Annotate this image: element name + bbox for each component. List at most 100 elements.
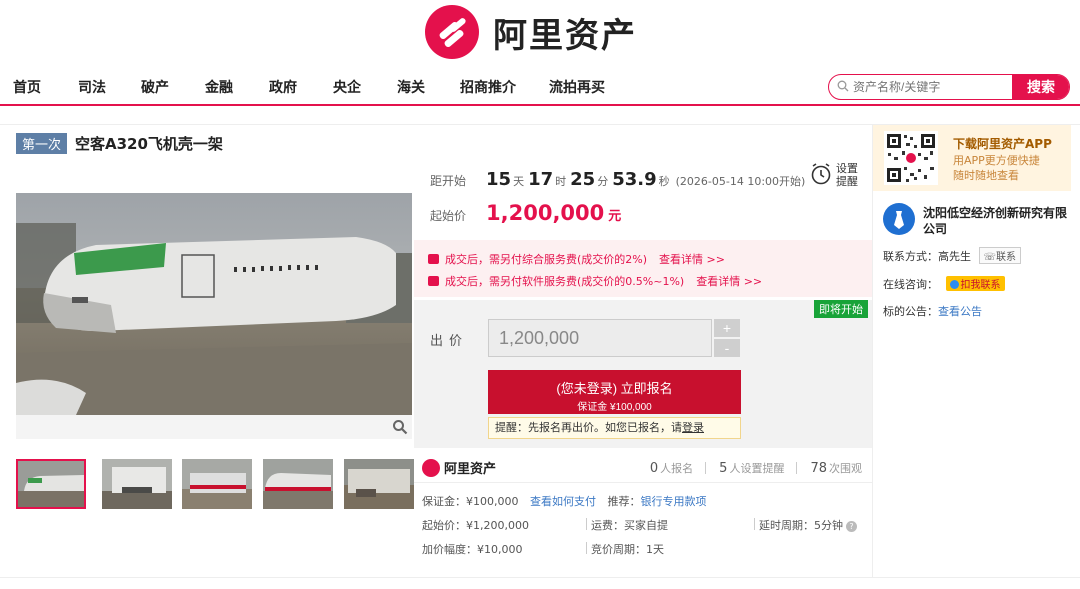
- login-link[interactable]: 登录: [682, 421, 704, 434]
- main-image[interactable]: [16, 193, 412, 415]
- fee-notice-software: 成交后，需另付软件服务费(成交价的0.5%~1%) 查看详情 >>: [428, 273, 762, 289]
- logo-text: 阿里资产: [493, 15, 637, 56]
- chat-icon: [949, 280, 959, 289]
- thumbnail-4[interactable]: [263, 459, 333, 509]
- round-badge: 第一次: [16, 132, 68, 154]
- gift-icon: [428, 276, 439, 286]
- signup-button[interactable]: (您未登录) 立即报名 保证金 ¥100,000: [488, 370, 741, 414]
- fee-text: 成交后，需另付综合服务费(成交价的2%): [445, 253, 648, 266]
- recommend-label: 推荐：: [607, 495, 641, 508]
- delay-text: 延时周期：5分钟: [759, 519, 843, 532]
- divider: [0, 577, 1080, 578]
- alizichan-logo-icon: [425, 5, 479, 59]
- nav-item-customs[interactable]: 海关: [397, 77, 425, 97]
- alizichan-logo-icon: [422, 458, 440, 477]
- start-price-label: 起始价: [430, 209, 467, 223]
- countdown-label: 距开始: [430, 174, 467, 188]
- detail-increment: 加价幅度：¥10,000: [422, 543, 523, 556]
- thumbnail-2[interactable]: [102, 459, 172, 509]
- signup-count-label: 人报名: [660, 462, 694, 475]
- seller-sidebar: 下载阿里资产APP 用APP更方便快捷 随时随地查看 沈阳低空经济创新研究有限公…: [872, 125, 1071, 577]
- countdown-hours-unit: 时: [555, 175, 567, 188]
- nav-item-home[interactable]: 首页: [13, 77, 41, 97]
- notice-row: 标的公告：查看公告: [883, 303, 982, 319]
- qr-code-icon: [884, 131, 938, 185]
- app-line1: 用APP更方便快捷: [953, 154, 1040, 167]
- contact-button[interactable]: ☏联系: [978, 247, 1022, 264]
- item-title: 空客A320飞机壳一架: [75, 134, 223, 153]
- view-count-label: 次围观: [829, 462, 862, 475]
- search-input[interactable]: [853, 77, 1013, 97]
- fee-notices: 成交后，需另付综合服务费(成交价的2%) 查看详情 >> 成交后，需另付软件服务费…: [414, 240, 872, 297]
- nav-item-judicial[interactable]: 司法: [78, 77, 106, 97]
- app-line2: 随时随地查看: [953, 169, 1019, 182]
- site-logo[interactable]: 阿里资产: [425, 4, 637, 60]
- countdown-seconds: 53.9: [612, 169, 657, 190]
- online-chat-button[interactable]: 扣我联系: [945, 276, 1005, 291]
- deposit-row: 保证金：¥100,000 查看如何支付 推荐：银行专用款项: [422, 493, 707, 509]
- contact-row: 联系方式：高先生 ☏联系: [883, 247, 1022, 264]
- zoom-icon[interactable]: [392, 419, 408, 435]
- set-reminder-button[interactable]: 设置 提醒: [810, 162, 864, 192]
- fee-details-link[interactable]: 查看详情 >>: [659, 253, 725, 266]
- bid-panel: 即将开始 出价 + - (您未登录) 立即报名 保证金 ¥100,000 提醒：…: [414, 300, 872, 448]
- bid-increase-button[interactable]: +: [714, 319, 740, 337]
- alarm-clock-icon: [811, 163, 831, 185]
- thumbnail-strip: [16, 459, 414, 509]
- help-icon[interactable]: ?: [846, 521, 857, 532]
- thumbnail-5[interactable]: [344, 459, 414, 509]
- detail-cycle: 竞价周期：1天: [591, 543, 664, 556]
- reminder-label-line2: 提醒: [836, 175, 858, 188]
- search-button[interactable]: 搜索: [1012, 75, 1069, 99]
- fee-notice-service: 成交后，需另付综合服务费(成交价的2%) 查看详情 >>: [428, 251, 725, 267]
- stats-brand: 阿里资产: [422, 458, 496, 477]
- view-count: 78: [810, 461, 827, 476]
- signup-deposit: 保证金 ¥100,000: [577, 401, 652, 413]
- detail-start-price: 起始价：¥1,200,000: [422, 519, 529, 532]
- countdown-minutes-unit: 分: [597, 175, 609, 188]
- divider: [414, 482, 872, 483]
- reminder-count: 5: [719, 461, 728, 476]
- status-badge: 即将开始: [814, 300, 868, 318]
- consult-label: 在线咨询：: [883, 278, 938, 291]
- app-download-promo[interactable]: 下载阿里资产APP 用APP更方便快捷 随时随地查看: [873, 125, 1071, 191]
- nav-item-central-soe[interactable]: 央企: [333, 77, 361, 97]
- thumbnail-3[interactable]: [182, 459, 252, 509]
- bank-payment-link[interactable]: 银行专用款项: [641, 495, 707, 508]
- countdown-days-unit: 天: [513, 175, 525, 188]
- nav-item-relist[interactable]: 流拍再买: [549, 77, 605, 97]
- fee-text: 成交后，需另付软件服务费(成交价的0.5%~1%): [445, 275, 685, 288]
- notice-label: 标的公告：: [883, 305, 938, 318]
- site-header: 阿里资产: [0, 0, 1080, 66]
- thumbnail-1[interactable]: [16, 459, 86, 509]
- auction-stats: 阿里资产 0 人报名 5 人设置提醒 78 次围观 保证金：¥100,000 查看如何…: [414, 448, 872, 576]
- nav-item-bankruptcy[interactable]: 破产: [141, 77, 169, 97]
- search-bar: 搜索: [828, 74, 1070, 100]
- bid-amount-input[interactable]: [488, 319, 712, 357]
- signup-label: (您未登录) 立即报名: [556, 380, 673, 396]
- deposit-text: 保证金：¥100,000: [422, 495, 519, 508]
- nav-item-finance[interactable]: 金融: [205, 77, 233, 97]
- view-notice-link[interactable]: 查看公告: [938, 305, 982, 318]
- countdown-days: 15: [486, 169, 512, 190]
- app-subtitle: 用APP更方便快捷 随时随地查看: [953, 153, 1040, 183]
- fee-details-link[interactable]: 查看详情 >>: [696, 275, 762, 288]
- start-price-row: 起始价 1,200,000 元: [430, 201, 621, 225]
- bid-decrease-button[interactable]: -: [714, 339, 740, 357]
- aircraft-fuselage-photo: [16, 193, 412, 415]
- start-price-value: 1,200,000: [486, 201, 605, 225]
- nav-item-government[interactable]: 政府: [269, 77, 297, 97]
- detail-delay: 延时周期：5分钟?: [759, 517, 857, 533]
- gift-icon: [428, 254, 439, 264]
- stats-brand-text: 阿里资产: [444, 462, 497, 477]
- nav-item-investment[interactable]: 招商推介: [460, 77, 516, 97]
- detail-shipping: 运费：买家自提: [591, 519, 668, 532]
- countdown-hours: 17: [528, 169, 554, 190]
- org-name[interactable]: 沈阳低空经济创新研究有限公司: [923, 205, 1069, 237]
- contact-label: 联系方式：: [883, 250, 938, 263]
- bid-label: 出价: [430, 334, 469, 349]
- org-avatar-icon: [883, 203, 915, 235]
- consult-row: 在线咨询： 扣我联系: [883, 276, 1005, 292]
- how-to-pay-link[interactable]: 查看如何支付: [530, 495, 596, 508]
- image-toolbar: [16, 415, 412, 439]
